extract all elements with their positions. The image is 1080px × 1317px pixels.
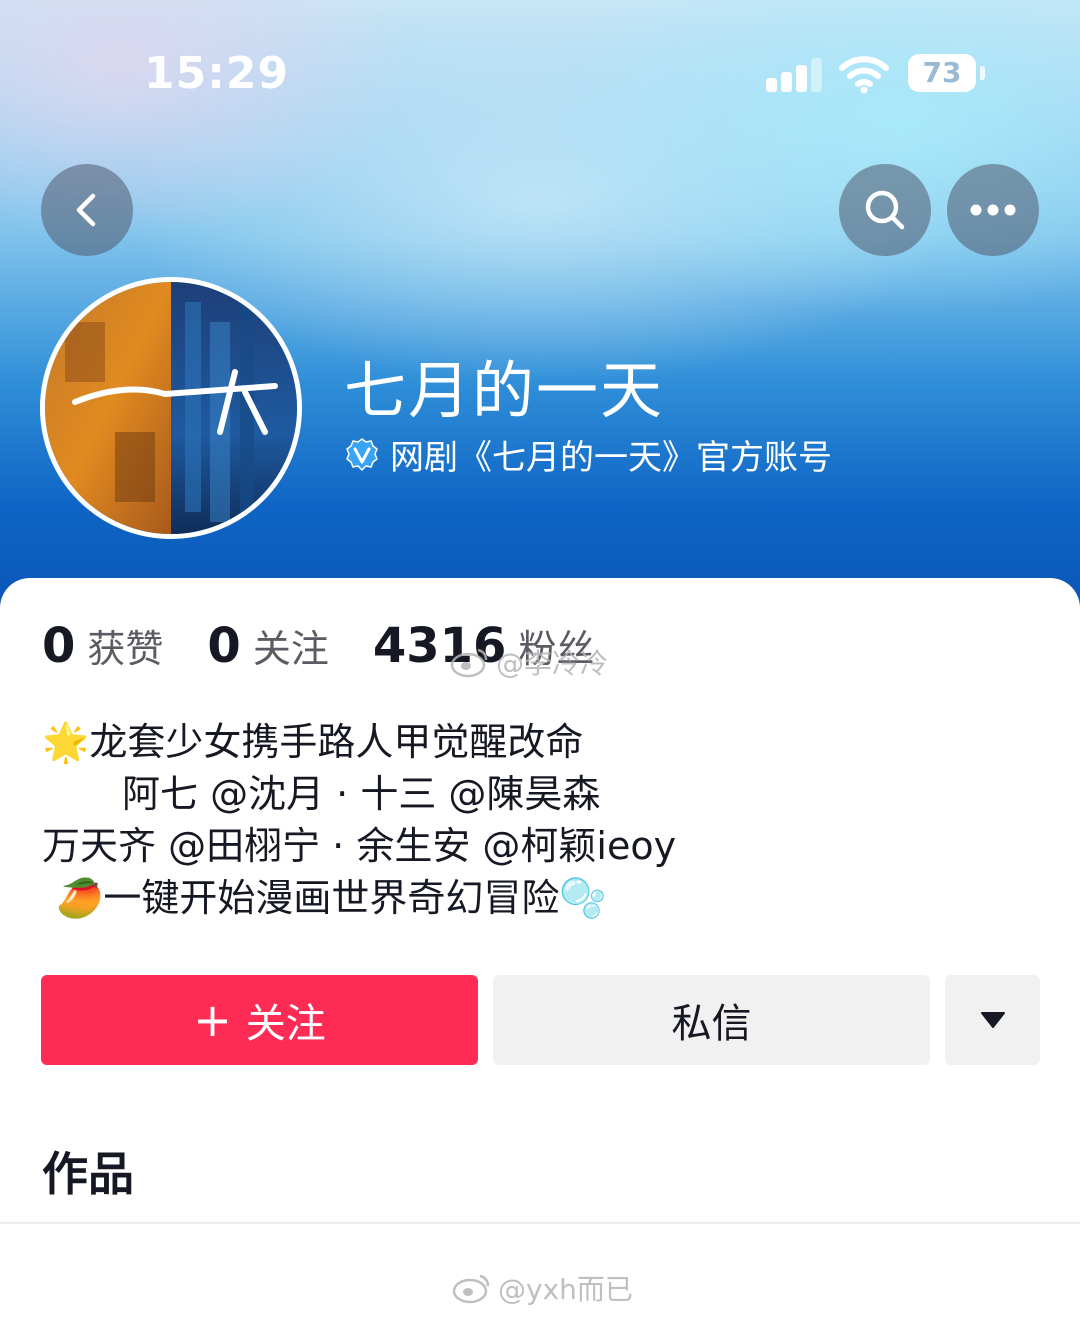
watermark-top-text: @李冷冷 [496,647,609,680]
more-icon [970,204,1016,216]
bio-line-4: 🥭一键开始漫画世界奇幻冒险🫧 [42,872,676,924]
bubbles-emoji: 🫧 [559,876,607,920]
follow-button-label: 关注 [245,1001,326,1047]
battery-tip [980,66,985,80]
search-icon [865,190,905,230]
dropdown-icon [980,1012,1005,1028]
stat-likes-label: 获赞 [87,627,164,671]
bio: 🌟龙套少女携手路人甲觉醒改命 阿七 @沈月 · 十三 @陳昊森 万天齐 @田栩宁… [42,716,676,924]
back-icon [76,193,96,227]
bio-line-1-text: 龙套少女携手路人甲觉醒改命 [89,720,584,764]
divider [0,1222,1080,1224]
bio-line-4-text: 一键开始漫画世界奇幻冒险 [103,876,560,920]
wifi-icon [839,56,889,94]
follow-button[interactable]: + 关注 [41,975,478,1065]
dropdown-button[interactable] [945,975,1040,1065]
back-button[interactable] [41,164,133,256]
stat-following[interactable]: 0 关注 [207,618,328,674]
signal-icon [766,58,822,92]
stat-likes[interactable]: 0 获赞 [42,618,163,674]
tab-works[interactable]: 作品 [42,1138,134,1204]
content-card [0,578,1080,1317]
avatar-image [45,282,297,534]
watermark-bottom: @yxh而已 [452,1268,633,1308]
weibo-icon [450,648,488,678]
stat-following-value: 0 [207,618,241,674]
plus-icon: + [193,993,232,1047]
verified-icon [346,437,378,471]
message-button[interactable]: 私信 [493,975,930,1065]
status-time: 15:29 [144,48,290,99]
bio-line-1: 🌟龙套少女携手路人甲觉醒改命 [42,716,676,768]
more-button[interactable] [947,164,1039,256]
mango-emoji: 🥭 [56,876,104,920]
watermark-bottom-text: @yxh而已 [498,1273,633,1306]
search-button[interactable] [839,164,931,256]
bio-line-3[interactable]: 万天齐 @田栩宁 · 余生安 @柯颖ieoy [42,820,676,872]
weibo-icon [452,1274,490,1304]
watermark-top: @李冷冷 [450,642,608,682]
star-emoji: 🌟 [42,720,90,764]
verification-text: 网剧《七月的一天》官方账号 [390,438,832,478]
battery-icon: 73 [908,54,976,92]
message-button-label: 私信 [671,1001,752,1047]
profile-name: 七月的一天 [344,354,665,427]
stat-following-label: 关注 [252,627,329,671]
verification-row: 网剧《七月的一天》官方账号 [344,430,832,479]
avatar[interactable] [40,277,302,539]
bio-line-2[interactable]: 阿七 @沈月 · 十三 @陳昊森 [42,768,676,820]
stat-likes-value: 0 [42,618,76,674]
